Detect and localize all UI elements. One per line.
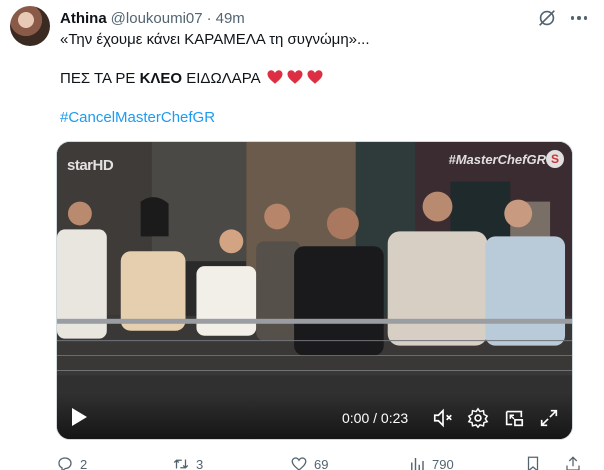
reply-button[interactable]: 2 bbox=[56, 455, 87, 470]
play-icon[interactable] bbox=[69, 407, 89, 427]
red-heart-icon bbox=[307, 70, 323, 84]
views-button[interactable]: 790 bbox=[408, 455, 454, 470]
author-handle[interactable]: @loukoumi07 bbox=[111, 10, 203, 27]
settings-gear-icon[interactable] bbox=[467, 407, 489, 429]
picture-in-picture-icon[interactable] bbox=[503, 407, 525, 429]
author-name[interactable]: Athina bbox=[60, 10, 107, 27]
heart-icon bbox=[291, 457, 307, 470]
views-count: 790 bbox=[432, 456, 454, 470]
retweet-count: 3 bbox=[196, 456, 204, 470]
channel-logo: starHD bbox=[67, 157, 114, 174]
video-time-readout: 0:00 / 0:23 bbox=[342, 410, 409, 426]
reply-icon bbox=[58, 457, 72, 470]
line2-bold: ΚΛΕΟ bbox=[139, 70, 183, 87]
reply-count: 2 bbox=[80, 456, 88, 470]
tweet-text-line-1: «Την έχουμε κάνει ΚΑΡΑΜΕΛΑ τη συγνώμη»..… bbox=[60, 31, 370, 48]
share-button[interactable] bbox=[564, 455, 582, 470]
hashtag-link[interactable]: #CancelMasterChefGR bbox=[60, 108, 215, 128]
tweet-header: Athina @loukoumi07 · 49m bbox=[60, 8, 588, 28]
like-count: 69 bbox=[314, 456, 329, 470]
like-button[interactable]: 69 bbox=[290, 455, 328, 470]
tweet-time[interactable]: 49m bbox=[216, 10, 245, 27]
separator-dot: · bbox=[206, 9, 212, 27]
bookmark-button[interactable] bbox=[524, 455, 542, 470]
grok-icon[interactable] bbox=[536, 7, 558, 29]
video-player[interactable]: starHD #MasterChefGR S 0:00 / 0:23 bbox=[56, 141, 573, 440]
channel-badge: S bbox=[546, 150, 564, 168]
hearts-emoji-group bbox=[266, 68, 324, 86]
more-options-icon[interactable] bbox=[566, 7, 592, 29]
fullscreen-icon[interactable] bbox=[538, 407, 560, 429]
analytics-bars-icon bbox=[411, 458, 424, 470]
video-controls: 0:00 / 0:23 bbox=[57, 393, 572, 439]
retweet-icon bbox=[173, 459, 189, 469]
red-heart-icon bbox=[287, 70, 303, 84]
show-hashtag-overlay: #MasterChefGR bbox=[448, 152, 546, 167]
tweet-text-line-2: ΠΕΣ ΤΑ ΡΕ ΚΛΕΟ ΕΙΔΩΛΑΡΑ bbox=[60, 68, 324, 89]
avatar[interactable] bbox=[10, 6, 50, 46]
retweet-button[interactable]: 3 bbox=[172, 455, 203, 470]
red-heart-icon bbox=[267, 70, 283, 84]
tweet-actions: 2 3 69 790 bbox=[56, 454, 594, 470]
mute-icon[interactable] bbox=[432, 407, 454, 429]
bookmark-icon bbox=[527, 456, 539, 470]
line2-suffix: ΕΙΔΩΛΑΡΑ bbox=[182, 70, 261, 87]
line2-prefix: ΠΕΣ ΤΑ ΡΕ bbox=[60, 70, 140, 87]
share-icon bbox=[566, 456, 580, 470]
